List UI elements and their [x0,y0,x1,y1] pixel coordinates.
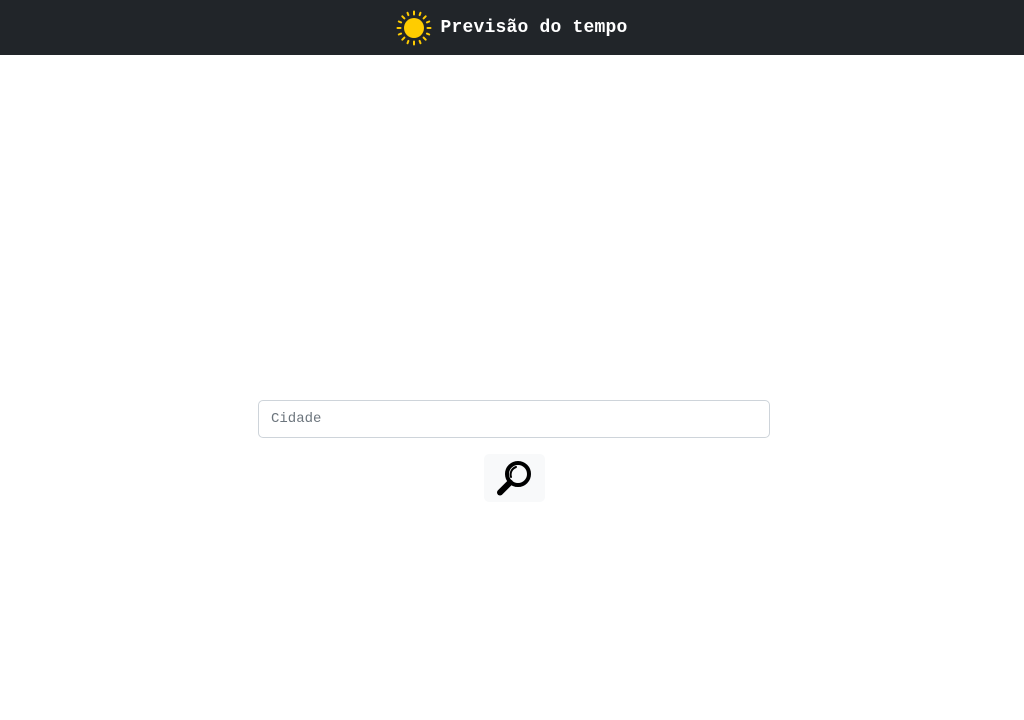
page-title: Previsão do tempo [440,17,628,38]
search-button[interactable] [484,454,545,502]
navbar: Previsão do tempo [0,0,1024,55]
search-form [258,400,770,502]
brand[interactable]: Previsão do tempo [396,10,627,46]
sun-icon [396,10,432,45]
search-icon [496,461,531,496]
city-input[interactable] [258,400,770,438]
